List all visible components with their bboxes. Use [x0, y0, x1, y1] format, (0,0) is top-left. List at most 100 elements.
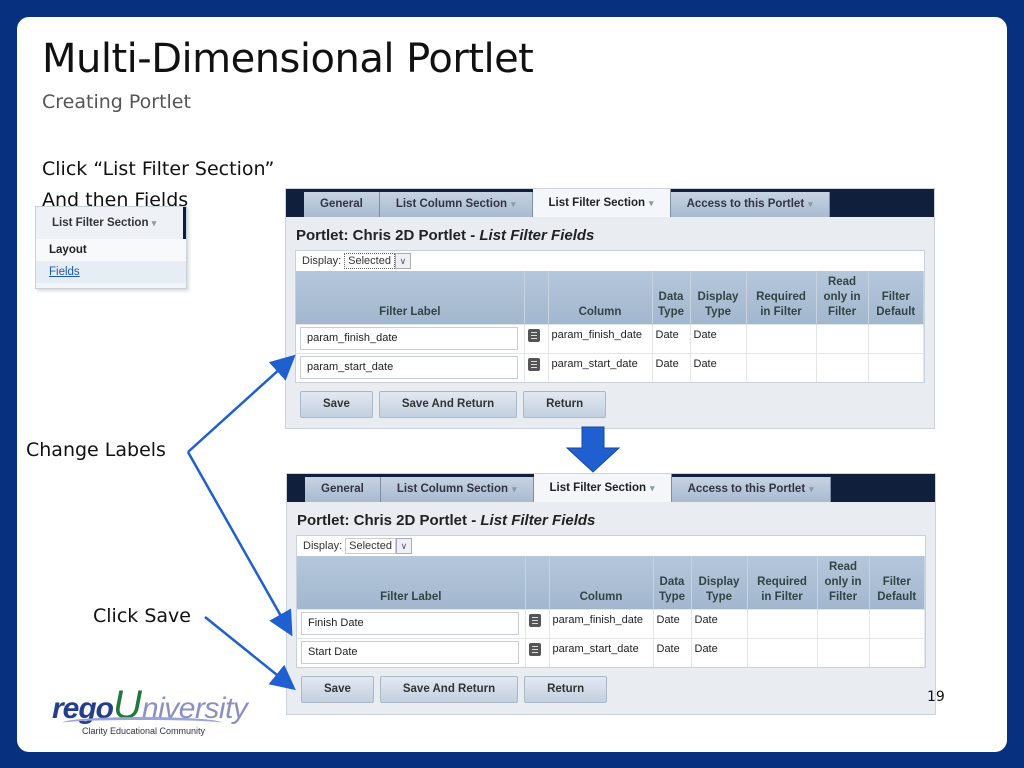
menu-header[interactable]: List Filter Section ▾ [36, 207, 186, 239]
cell-display-type: Date [691, 637, 748, 667]
col-data-type[interactable]: Data Type [653, 556, 692, 609]
filter-grid: Display: Selected ∨ Filter Label Column … [296, 535, 926, 668]
save-button[interactable]: Save [300, 391, 373, 418]
cell-display-type: Date [690, 323, 747, 353]
col-icon [524, 271, 549, 324]
slide-title: Multi-Dimensional Portlet [42, 36, 534, 82]
cell-filter-label [296, 352, 525, 382]
col-filter-default[interactable]: Filter Default [869, 556, 925, 609]
list-filter-section-menu: List Filter Section ▾ Layout Fields [35, 206, 187, 289]
cell-filter-label [297, 637, 526, 667]
cell-icon [525, 608, 550, 638]
display-filter: Display: Selected ∨ [297, 536, 925, 556]
portlet-title-page: List Filter Fields [479, 227, 595, 244]
col-required-in-filter[interactable]: Required in Filter [746, 271, 817, 324]
cell-default [868, 323, 924, 353]
filter-label-input[interactable] [300, 326, 518, 350]
button-bar: Save Save And Return Return [286, 383, 934, 424]
filter-table: Filter Label Column Data Type Display Ty… [296, 271, 924, 382]
col-display-type[interactable]: Display Type [691, 556, 748, 609]
chevron-down-icon: ▾ [649, 198, 654, 208]
list-properties-icon[interactable] [528, 613, 541, 627]
tab-bar: General List Column Section ▾ List Filter… [286, 189, 934, 217]
chevron-down-icon[interactable]: ∨ [395, 538, 412, 554]
tab-access-to-this-portlet[interactable]: Access to this Portlet ▾ [670, 192, 830, 217]
col-required-in-filter[interactable]: Required in Filter [747, 556, 818, 609]
cell-required [747, 608, 818, 638]
col-icon [525, 556, 550, 609]
save-button[interactable]: Save [301, 676, 374, 703]
filter-label-input[interactable] [300, 355, 518, 379]
tab-label: List Column Section [395, 198, 507, 210]
tab-label: List Column Section [396, 483, 508, 495]
cell-read-only [816, 352, 869, 382]
tab-label: General [320, 198, 363, 210]
return-button[interactable]: Return [524, 676, 608, 703]
rego-university-logo: regoUniversity Clarity Educational Commu… [52, 683, 248, 736]
list-properties-icon[interactable] [527, 328, 540, 342]
chevron-down-icon: ▾ [511, 199, 516, 209]
tab-general[interactable]: General [305, 477, 381, 502]
col-column[interactable]: Column [548, 271, 653, 324]
tab-list-column-section[interactable]: List Column Section ▾ [380, 477, 534, 502]
display-label: Display: [302, 255, 342, 267]
chevron-down-icon: ▾ [650, 483, 655, 493]
table-header: Filter Label Column Data Type Display Ty… [296, 271, 924, 324]
table-row: param_start_date Date Date [297, 637, 925, 667]
tab-label: Access to this Portlet [686, 198, 805, 210]
col-data-type[interactable]: Data Type [652, 271, 691, 324]
display-select[interactable]: Selected [344, 253, 395, 269]
portlet-title-page: List Filter Fields [480, 512, 596, 529]
cell-filter-label [297, 608, 526, 638]
tab-access-to-this-portlet[interactable]: Access to this Portlet ▾ [671, 477, 831, 502]
portlet-title: Portlet: Chris 2D Portlet - List Filter … [287, 502, 935, 535]
tab-list-filter-section[interactable]: List Filter Section ▾ [533, 474, 672, 502]
cell-required [746, 352, 817, 382]
col-column[interactable]: Column [549, 556, 654, 609]
list-properties-icon[interactable] [527, 357, 540, 371]
tab-general[interactable]: General [304, 192, 380, 217]
cell-read-only [817, 637, 870, 667]
cell-column: param_start_date [548, 352, 653, 382]
col-read-only-in-filter[interactable]: Read only in Filter [817, 556, 870, 609]
list-properties-icon[interactable] [528, 642, 541, 656]
cell-required [747, 637, 818, 667]
cell-icon [524, 352, 549, 382]
table-row: param_finish_date Date Date [296, 323, 924, 353]
filter-label-input[interactable] [301, 640, 519, 664]
table-header: Filter Label Column Data Type Display Ty… [297, 556, 925, 609]
cell-display-type: Date [691, 608, 748, 638]
save-and-return-button[interactable]: Save And Return [378, 391, 518, 418]
col-filter-default[interactable]: Filter Default [868, 271, 924, 324]
cell-data-type: Date [653, 637, 692, 667]
tab-list-column-section[interactable]: List Column Section ▾ [379, 192, 533, 217]
col-read-only-in-filter[interactable]: Read only in Filter [816, 271, 869, 324]
table-row: param_finish_date Date Date [297, 608, 925, 638]
filter-label-input[interactable] [301, 611, 519, 635]
note-click-save: Click Save [93, 605, 191, 627]
chevron-down-icon[interactable]: ∨ [394, 253, 411, 269]
chevron-down-icon: ▾ [512, 484, 517, 494]
filter-grid: Display: Selected ∨ Filter Label Column … [295, 250, 925, 383]
col-filter-label[interactable]: Filter Label [296, 271, 525, 324]
tab-bar: General List Column Section ▾ List Filter… [287, 474, 935, 502]
cell-icon [524, 323, 549, 353]
cell-read-only [816, 323, 869, 353]
display-filter: Display: Selected ∨ [296, 251, 924, 271]
tab-label: General [321, 483, 364, 495]
col-filter-label[interactable]: Filter Label [297, 556, 526, 609]
display-select[interactable]: Selected [345, 538, 396, 554]
menu-item-layout[interactable]: Layout [36, 239, 186, 261]
display-label: Display: [303, 540, 343, 552]
chevron-down-icon: ▾ [151, 218, 157, 228]
tab-list-filter-section[interactable]: List Filter Section ▾ [532, 189, 671, 217]
cell-data-type: Date [653, 608, 692, 638]
cell-filter-label [296, 323, 525, 353]
menu-item-fields[interactable]: Fields [36, 261, 186, 283]
col-display-type[interactable]: Display Type [690, 271, 747, 324]
return-button[interactable]: Return [523, 391, 607, 418]
instruction-line-1: Click “List Filter Section” [42, 158, 275, 180]
cell-column: param_start_date [549, 637, 654, 667]
save-and-return-button[interactable]: Save And Return [379, 676, 519, 703]
cell-default [868, 352, 924, 382]
